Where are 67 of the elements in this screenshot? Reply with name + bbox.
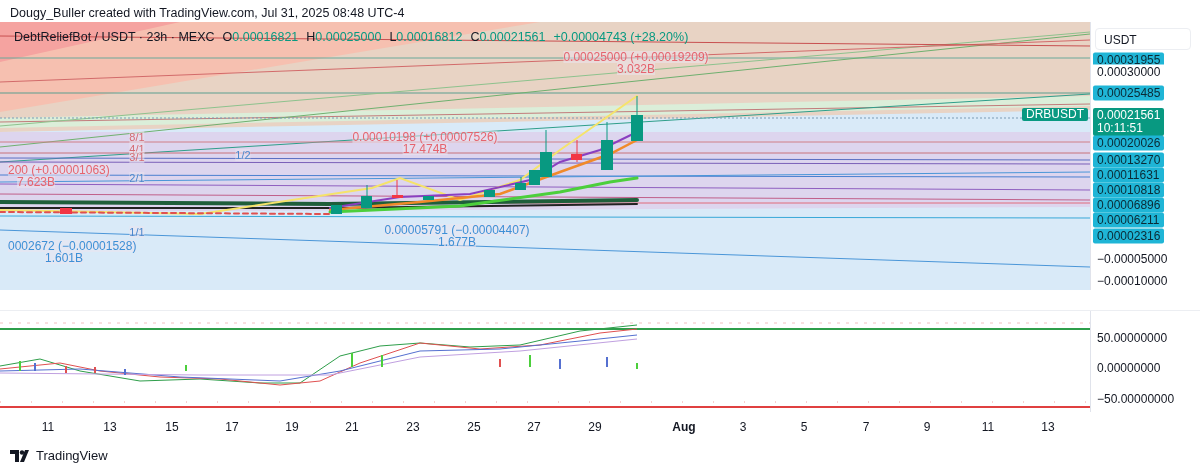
time-axis-label: 17: [225, 419, 239, 436]
chart-symbol: DebtReliefBot / USDT · 23h · MEXC: [14, 31, 215, 43]
volume-annotation: 1.677B: [438, 236, 476, 248]
time-axis-label: 11: [41, 419, 55, 436]
candle-body: [423, 196, 434, 200]
price-annotation: 0002672 (−0.00001528): [8, 240, 137, 252]
price-tag: 0.00006211: [1093, 212, 1164, 228]
chart-credit: Dougy_Buller created with TradingView.com, Jul 31, 2025 08:48 UTC-4: [9, 5, 406, 22]
time-axis-label: 29: [588, 419, 602, 436]
price-tag: 0.00011631: [1093, 167, 1164, 183]
price-tag: 0.00010818: [1093, 182, 1165, 198]
candle-wick: [576, 139, 578, 163]
candle-body: [484, 190, 495, 197]
candle-body: [331, 205, 342, 214]
last-price-tag: 0.00021561 10:11:51: [1093, 108, 1165, 136]
ratio-label: 1/1: [129, 226, 145, 238]
ratio-label: 1/2: [235, 149, 251, 161]
ratio-label: 2/1: [129, 172, 145, 184]
logo-icon: [10, 449, 32, 462]
time-axis-label: 13: [103, 419, 117, 436]
ratio-label: 3/1: [129, 151, 145, 163]
time-axis-label: 27: [527, 419, 541, 436]
time-axis-label: 3: [739, 419, 747, 436]
volume-annotation: 1.601B: [45, 252, 83, 264]
candle-wick: [366, 184, 368, 197]
price-tag: 0.00025485: [1093, 85, 1165, 101]
price-annotation: 200 (+0.00001063): [8, 164, 110, 176]
time-axis-label: 13: [1041, 419, 1055, 436]
time-axis-label: 19: [285, 419, 299, 436]
candle-wick: [545, 129, 547, 153]
candle-body: [601, 140, 613, 170]
candle-wick: [636, 95, 638, 116]
time-axis-label: 15: [165, 419, 179, 436]
time-axis-label: 21: [345, 419, 359, 436]
ohlc-value: L0.00016812: [389, 31, 463, 43]
price-change: +0.00004743 (+28.20%): [553, 31, 689, 43]
volume-annotation: 7.623B: [17, 176, 55, 188]
price-tag: 0.00013270: [1093, 152, 1165, 168]
candle-wick: [606, 121, 608, 141]
price-tag: 0.00002316: [1093, 228, 1165, 244]
volume-annotation: 17.474B: [402, 143, 448, 155]
price-annotation: 0.00005791 (−0.00004407): [384, 224, 530, 236]
price-annotation: 0.00025000 (+0.00019209): [563, 51, 709, 63]
ohlc-value: H0.00025000: [306, 31, 382, 43]
candle-body: [515, 183, 526, 190]
time-axis-label: 7: [862, 419, 870, 436]
time-axis-label: 25: [467, 419, 481, 436]
ratio-label: 8/1: [129, 131, 145, 143]
ohlc-value: O0.00016821: [222, 31, 299, 43]
volume-annotation: 3.032B: [617, 63, 655, 75]
candle-body: [361, 196, 372, 208]
symbol-tag: DRBUSDT: [1022, 108, 1088, 121]
time-axis-label: 23: [406, 419, 420, 436]
price-tag: 0.00006896: [1093, 197, 1165, 213]
candle-body: [571, 154, 582, 160]
candle-body: [60, 208, 72, 214]
time-axis-label: 11: [981, 419, 995, 436]
price-tag: 0.00020026: [1093, 135, 1165, 151]
time-axis-label: 5: [800, 419, 808, 436]
price-annotation: 0.00010198 (+0.00007526): [352, 131, 498, 143]
candle-body: [631, 115, 643, 141]
time-axis-label: 9: [923, 419, 931, 436]
brand-name: TradingView: [36, 446, 108, 465]
time-axis-label: Aug: [672, 419, 696, 436]
candle-body: [392, 195, 403, 198]
currency-label: USDT: [1095, 28, 1191, 50]
ohlc-value: C0.00021561: [470, 31, 546, 43]
